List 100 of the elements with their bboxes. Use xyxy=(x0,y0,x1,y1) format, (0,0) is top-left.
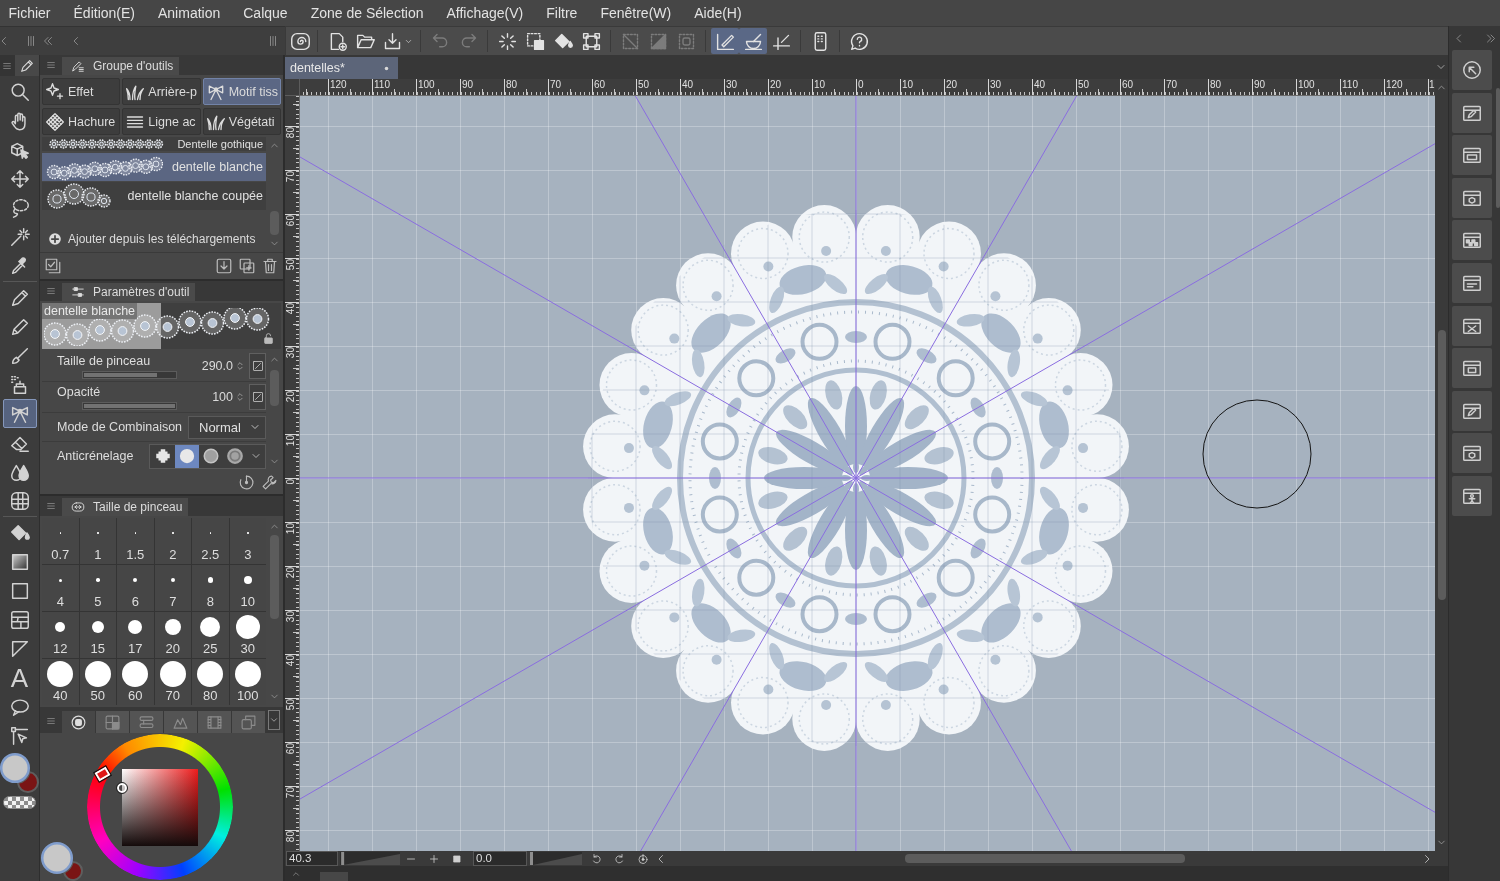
color-panel-tab[interactable] xyxy=(62,711,95,733)
brush-size-button[interactable]: 20 xyxy=(154,612,191,658)
menu-icon[interactable] xyxy=(46,501,56,511)
panel-button[interactable] xyxy=(1452,305,1492,346)
pressure-button[interactable] xyxy=(249,384,266,410)
main-color-swatch[interactable] xyxy=(40,841,74,875)
panel-button[interactable] xyxy=(1452,390,1492,431)
panel-button[interactable] xyxy=(1452,92,1492,133)
brush-size-button[interactable]: 1 xyxy=(79,518,116,564)
document-tab[interactable]: dentelles* xyxy=(285,57,398,79)
brush-size-button[interactable]: 60 xyxy=(117,659,154,705)
dial-icon[interactable] xyxy=(238,473,255,491)
tool-group-button[interactable]: Arrière-p xyxy=(122,78,201,105)
tool-group-button[interactable]: Ligne ac xyxy=(122,108,201,135)
panel-tab[interactable]: Groupe d'outils xyxy=(62,57,180,75)
brush-size-button[interactable]: 50 xyxy=(79,659,116,705)
sub-tool-item[interactable]: dentelle blanche xyxy=(42,153,266,181)
brush-size-button[interactable]: 25 xyxy=(192,612,229,658)
menu-item[interactable]: Calque xyxy=(231,3,300,23)
rotate-left-icon[interactable] xyxy=(591,852,603,865)
slider-thumb[interactable] xyxy=(530,852,533,865)
text-tool-button[interactable]: A xyxy=(2,663,37,692)
color-panel-tab[interactable] xyxy=(130,711,163,733)
brush-size-button[interactable]: 70 xyxy=(154,659,191,705)
rotate-right-icon[interactable] xyxy=(613,852,625,865)
panel-button[interactable] xyxy=(1452,177,1492,218)
menu-item[interactable]: Affichage(V) xyxy=(435,3,535,23)
brush-size-button[interactable]: 8 xyxy=(192,565,229,611)
color-picker-handle[interactable] xyxy=(117,783,127,793)
menu-item[interactable]: Édition(E) xyxy=(62,3,147,23)
tool-group-button[interactable]: Motif tiss xyxy=(202,78,281,105)
unlocked-padlock-icon[interactable] xyxy=(262,332,275,345)
transparent-color-swatch[interactable] xyxy=(3,796,36,809)
tab-menu-button[interactable] xyxy=(268,710,280,730)
brush-size-button[interactable]: 17 xyxy=(117,612,154,658)
brush-size-button[interactable]: 40 xyxy=(42,659,79,705)
color-panel-tab[interactable] xyxy=(198,711,231,733)
brush-size-button[interactable]: 80 xyxy=(192,659,229,705)
zoom-slider[interactable] xyxy=(340,852,400,865)
brush-size-button[interactable]: 15 xyxy=(79,612,116,658)
saturation-value-square[interactable] xyxy=(122,769,198,846)
grip-icon[interactable] xyxy=(267,34,279,48)
brush-size-button[interactable]: 5 xyxy=(79,565,116,611)
color-panel-tab[interactable] xyxy=(164,711,197,733)
menu-icon[interactable] xyxy=(2,60,12,71)
color-panel-tab[interactable] xyxy=(96,711,129,733)
duplicate-icon[interactable] xyxy=(238,257,256,275)
toolbar-button[interactable] xyxy=(711,28,739,54)
double-chevron-right-icon[interactable] xyxy=(1485,31,1497,45)
sub-tool-item[interactable]: dentelle blanche coupée xyxy=(42,182,266,210)
tool-tab[interactable] xyxy=(15,55,39,76)
wrench-icon[interactable] xyxy=(261,473,278,491)
double-chevron-left-icon[interactable] xyxy=(42,34,54,48)
tool-button[interactable] xyxy=(2,399,37,428)
brush-size-button[interactable]: 100 xyxy=(229,659,266,705)
panel-button[interactable] xyxy=(1452,475,1492,516)
tool-group-button[interactable]: Végétati xyxy=(202,108,281,135)
brush-size-button[interactable]: 0.7 xyxy=(42,518,79,564)
checkbox-stack-icon[interactable] xyxy=(44,257,62,275)
brush-size-button[interactable]: 2 xyxy=(154,518,191,564)
menu-icon[interactable] xyxy=(46,716,56,726)
menu-icon[interactable] xyxy=(46,60,56,70)
color-panel-tab[interactable] xyxy=(232,711,265,733)
brush-size-button[interactable]: 30 xyxy=(229,612,266,658)
brush-size-button[interactable]: 12 xyxy=(42,612,79,658)
panel-button[interactable] xyxy=(1452,262,1492,303)
brush-size-button[interactable]: 7 xyxy=(154,565,191,611)
pressure-button[interactable] xyxy=(249,353,266,379)
angle-field[interactable]: 0.0 xyxy=(473,851,527,866)
property-value[interactable]: 290.0 xyxy=(201,359,233,373)
add-from-downloads-button[interactable]: Ajouter depuis les téléchargements xyxy=(42,228,266,250)
slider-thumb[interactable] xyxy=(341,852,345,865)
panel-button[interactable] xyxy=(1452,433,1492,474)
main-color-swatch[interactable] xyxy=(0,752,31,784)
menu-item[interactable]: Zone de Sélection xyxy=(299,3,435,23)
panel-button[interactable] xyxy=(1452,220,1492,261)
tool-group-button[interactable]: Effet xyxy=(42,78,121,105)
brush-size-button[interactable]: 4 xyxy=(42,565,79,611)
toolbar-button[interactable] xyxy=(739,28,767,54)
panel-button[interactable] xyxy=(1452,348,1492,389)
reset-rotation-icon[interactable] xyxy=(637,852,649,865)
zoom-in-icon[interactable] xyxy=(428,852,440,865)
hue-handle[interactable] xyxy=(94,766,111,782)
brush-size-button[interactable]: 10 xyxy=(229,565,266,611)
rotation-slider[interactable] xyxy=(530,852,582,865)
menu-item[interactable]: Aide(H) xyxy=(682,3,754,23)
sub-color-swatch[interactable] xyxy=(63,861,83,881)
menu-item[interactable]: Fichier xyxy=(0,3,62,23)
brush-size-button[interactable]: 1.5 xyxy=(117,518,154,564)
panel-tab[interactable]: Paramètres d'outil xyxy=(62,283,196,301)
brush-size-button[interactable]: 6 xyxy=(117,565,154,611)
square-icon[interactable] xyxy=(451,852,463,865)
panel-button[interactable] xyxy=(1452,135,1492,176)
sub-tool-item[interactable]: Dentelle gothique xyxy=(42,137,266,151)
menu-item[interactable]: Filtre xyxy=(534,3,589,23)
menu-item[interactable]: Animation xyxy=(146,3,232,23)
mode-dropdown[interactable]: Normal xyxy=(188,415,266,439)
antialias-option[interactable] xyxy=(175,444,199,468)
scrollbar-thumb[interactable] xyxy=(1437,330,1446,600)
brush-size-button[interactable]: 2.5 xyxy=(192,518,229,564)
